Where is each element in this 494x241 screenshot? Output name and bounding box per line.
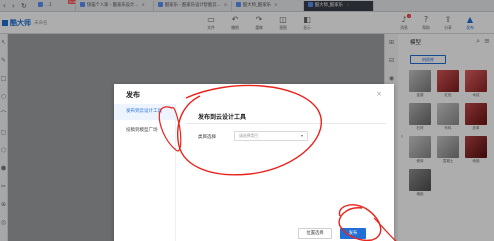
publish-dialog: 发布 × 发布到云设计工具 投稿到模型广场 发布到云设计工具 类目选择 请选择类… — [114, 84, 394, 241]
dialog-title: 发布 — [126, 91, 140, 99]
category-select[interactable]: 请选择类目 ▾ — [234, 131, 308, 141]
publish-button[interactable]: 发布 — [340, 228, 366, 239]
category-field-label: 类目选择 — [198, 135, 216, 140]
chevron-down-icon: ▾ — [300, 133, 303, 138]
section-title: 发布到云设计工具 — [198, 114, 247, 121]
location-select-button[interactable]: 位置选择 — [298, 228, 332, 239]
sidebar-item-publish-to-cloud[interactable]: 发布到云设计工具 — [114, 104, 175, 120]
close-icon[interactable]: × — [376, 90, 382, 98]
category-select-placeholder: 请选择类目 — [239, 133, 258, 138]
dialog-sidebar: 发布到云设计工具 投稿到模型广场 — [114, 104, 176, 241]
dialog-header: 发布 × — [114, 84, 394, 104]
sidebar-item-submit-to-model-square[interactable]: 投稿到模型广场 — [114, 123, 175, 139]
divider — [186, 123, 386, 124]
dialog-body: 发布到云设计工具 类目选择 请选择类目 ▾ 位置选择 发布 — [186, 104, 386, 241]
